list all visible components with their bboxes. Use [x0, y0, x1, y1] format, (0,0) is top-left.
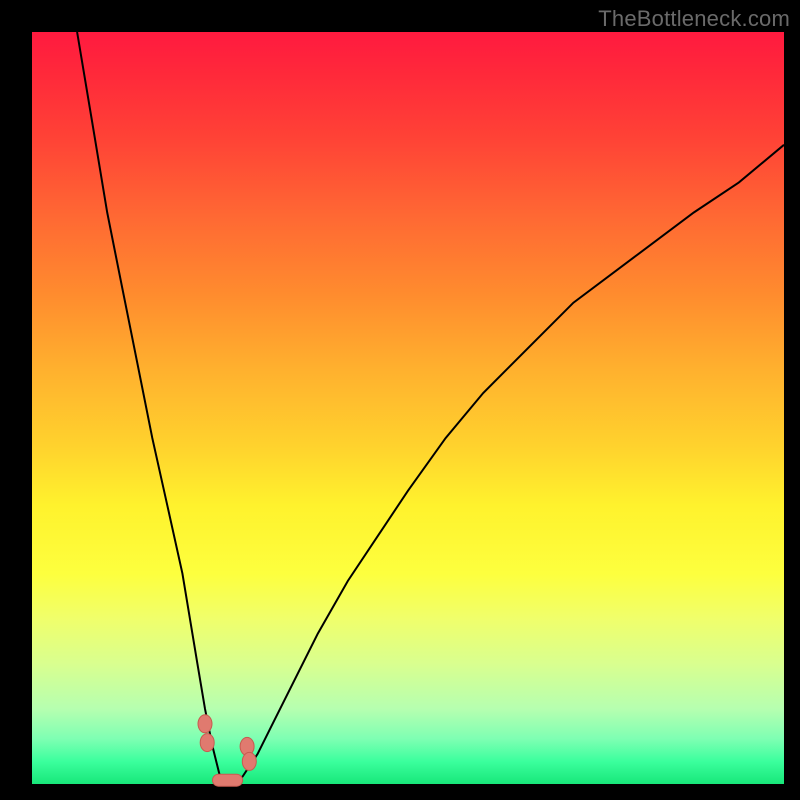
curve-marker [242, 752, 256, 770]
bottleneck-curve [77, 32, 784, 784]
marker-group [198, 715, 256, 786]
curve-bottom-bar [213, 774, 243, 786]
chart-frame: TheBottleneck.com [0, 0, 800, 800]
curve-svg [32, 32, 784, 784]
curve-marker [200, 734, 214, 752]
curve-marker [198, 715, 212, 733]
watermark-text: TheBottleneck.com [598, 6, 790, 32]
plot-area [32, 32, 784, 784]
